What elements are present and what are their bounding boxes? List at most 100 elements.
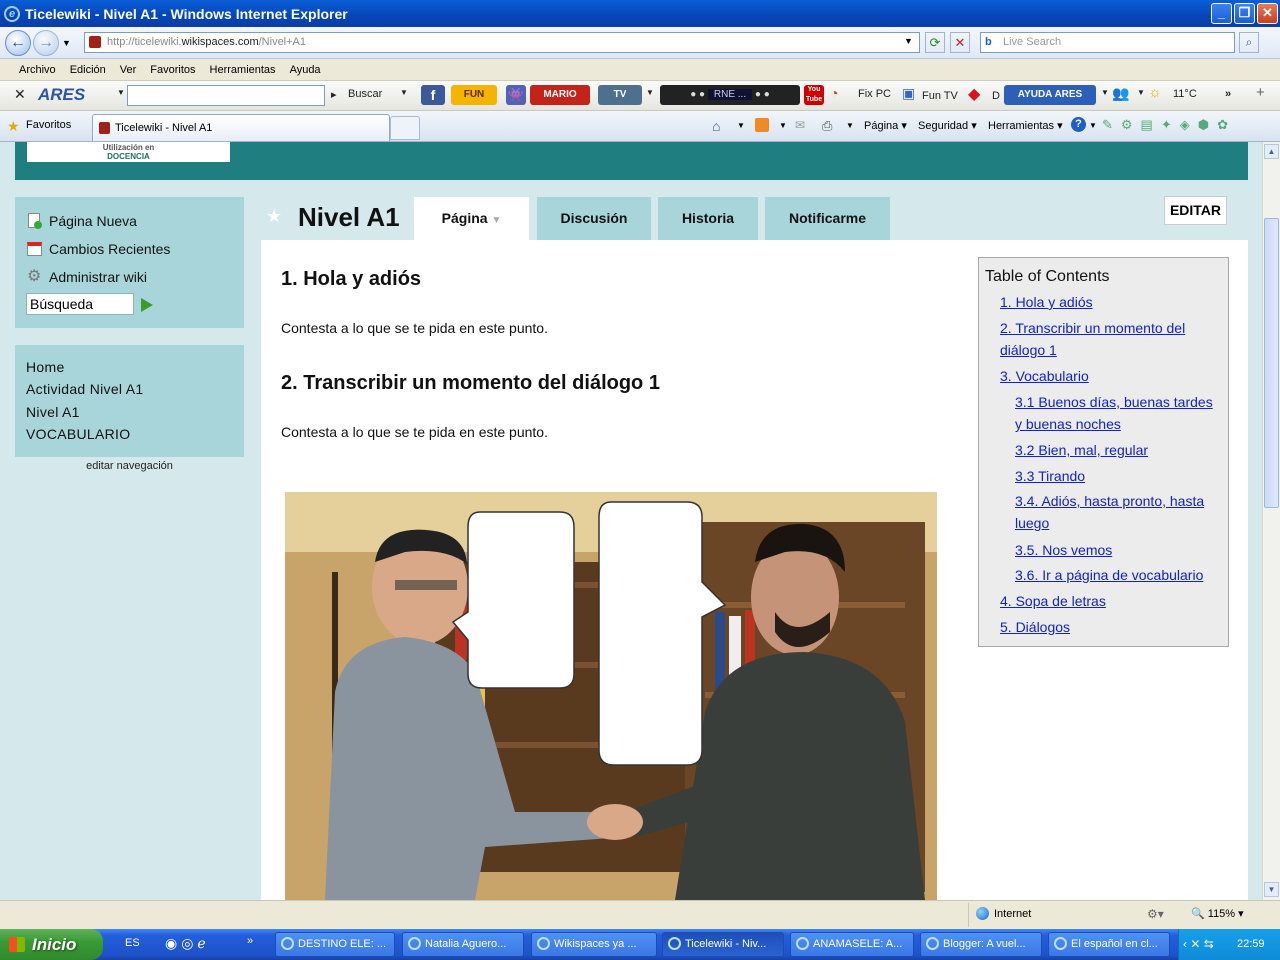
minimize-button[interactable]: _ (1211, 3, 1232, 24)
task-natalia-aguero[interactable]: Natalia Aguero... (402, 932, 524, 957)
tv-dropdown-icon[interactable]: ▼ (646, 88, 654, 97)
nav-vocabulario[interactable]: VOCABULARIO (26, 426, 130, 442)
tray-icons[interactable]: ‹ ✕ ⇆ (1183, 929, 1214, 960)
stop-icon[interactable]: ✕ (950, 32, 970, 53)
nav-home[interactable]: Home (26, 359, 65, 375)
toc-item-3-3[interactable]: 3.3 Tirando (1015, 465, 1085, 487)
scroll-up-icon[interactable]: ▲ (1264, 144, 1279, 159)
funtv-icon[interactable]: ▣ (902, 85, 915, 102)
fixpc-icon[interactable]: ◔ (830, 85, 838, 101)
protected-mode-icon[interactable]: ⚙▾ (1147, 907, 1164, 921)
maximize-button[interactable]: ❐ (1234, 3, 1255, 24)
toc-item-5[interactable]: 5. Diálogos (1000, 616, 1070, 638)
menu-edicion[interactable]: Edición (70, 64, 106, 76)
history-dropdown-icon[interactable]: ▼ (62, 38, 71, 48)
task-el-espanol[interactable]: El español en cl... (1048, 932, 1170, 957)
edit-button[interactable]: EDITAR (1164, 196, 1227, 225)
menu-favoritos[interactable]: Favoritos (150, 64, 195, 76)
wiki-search-input[interactable]: Búsqueda (26, 293, 134, 315)
tab-notificarme[interactable]: Notificarme (765, 197, 890, 240)
scroll-thumb[interactable] (1264, 218, 1279, 508)
cambios-recientes-link[interactable]: Cambios Recientes (27, 241, 170, 257)
task-ticelewiki[interactable]: Ticelewiki - Niv... (662, 932, 784, 957)
buscar-dropdown-icon[interactable]: ▼ (400, 88, 408, 97)
zoom-control[interactable]: 🔍 115% ▾ (1191, 907, 1244, 920)
toc-item-4[interactable]: 4. Sopa de letras (1000, 590, 1106, 612)
back-button[interactable]: ← (5, 30, 31, 56)
fun-button[interactable]: FUN (451, 85, 497, 105)
home-dropdown-icon[interactable]: ▼ (737, 121, 745, 130)
mail-icon[interactable]: ✉ (795, 118, 805, 132)
task-wikispaces[interactable]: Wikispaces ya ... (531, 932, 657, 957)
toolbar-close-icon[interactable]: ✕ (14, 86, 26, 103)
nueva-pagina-link[interactable]: Página Nueva (27, 213, 137, 229)
rss-icon[interactable] (755, 118, 769, 132)
facebook-icon[interactable]: f (421, 85, 445, 105)
administrar-wiki-link[interactable]: ⚙ Administrar wiki (27, 269, 147, 286)
language-indicator[interactable]: ES (125, 937, 140, 949)
task-blogger[interactable]: Blogger: A vuel... (920, 932, 1042, 957)
fixpc-button[interactable]: Fix PC (858, 88, 891, 100)
editar-navegacion-link[interactable]: editar navegación (15, 460, 244, 472)
tv-button[interactable]: TV (598, 85, 642, 105)
help-dropdown-icon[interactable]: ▼ (1089, 121, 1097, 130)
extra-toolbar-icons[interactable]: ✎⚙▤✦◈⬢✿ (1102, 117, 1236, 133)
favorites-button[interactable]: Favoritos (26, 119, 71, 131)
radio-player[interactable]: ● ● RNE ... ● ● (660, 85, 800, 105)
quicklaunch-more-icon[interactable]: » (247, 935, 253, 947)
nav-nivel-a1[interactable]: Nivel A1 (26, 404, 80, 420)
seguridad-menu[interactable]: Seguridad ▾ (918, 119, 977, 132)
print-icon[interactable]: ⎙ (822, 118, 832, 134)
search-go-icon[interactable] (141, 298, 153, 312)
favorite-star-icon[interactable]: ★ (266, 206, 282, 227)
help-icon[interactable]: ? (1071, 117, 1086, 132)
pagina-menu[interactable]: Página ▾ (864, 119, 907, 132)
nav-actividad-nivel-a1[interactable]: Actividad Nivel A1 (26, 381, 143, 397)
ayuda-dropdown-icon[interactable]: ▼ (1101, 88, 1109, 97)
scroll-down-icon[interactable]: ▼ (1264, 882, 1279, 897)
menu-archivo[interactable]: Archivo (19, 64, 56, 76)
close-button[interactable]: ✕ (1257, 3, 1278, 24)
start-button[interactable]: Inicio (0, 929, 103, 960)
refresh-icon[interactable]: ⟳ (925, 32, 945, 53)
weather-temp[interactable]: 11°C (1173, 88, 1197, 100)
task-anamasele[interactable]: ANAMASELE: A... (790, 932, 914, 957)
live-search-input[interactable]: b Live Search (980, 32, 1235, 53)
ares-search-input[interactable] (127, 85, 325, 106)
gem-icon[interactable]: ◆ (968, 84, 980, 104)
address-dropdown-icon[interactable]: ▼ (904, 36, 913, 46)
buscar-button[interactable]: Buscar (348, 88, 382, 100)
tab-discusion[interactable]: Discusión (537, 197, 651, 240)
mario-button[interactable]: MARIO (530, 85, 590, 105)
toolbar-more-icon[interactable]: » (1225, 88, 1231, 100)
search-icon[interactable]: ⌕ (1239, 32, 1259, 53)
toc-item-3-2[interactable]: 3.2 Bien, mal, regular (1015, 439, 1148, 461)
toc-item-2[interactable]: 2. Transcribir un momento del diálogo 1 (1000, 317, 1185, 361)
d-button[interactable]: D (992, 90, 1000, 102)
tab-pagina[interactable]: Página ▼ (414, 197, 529, 240)
people-dropdown-icon[interactable]: ▼ (1137, 88, 1145, 97)
ayuda-ares-button[interactable]: AYUDA ARES (1004, 85, 1096, 105)
forward-button[interactable]: → (33, 30, 59, 56)
menu-ayuda[interactable]: Ayuda (290, 64, 321, 76)
task-destino-ele[interactable]: DESTINO ELE: ... (275, 932, 395, 957)
toc-item-3-1[interactable]: 3.1 Buenos días, buenas tardes y buenas n… (1015, 391, 1213, 435)
toc-item-3-5[interactable]: 3.5. Nos vemos (1015, 539, 1112, 561)
favorites-star-icon[interactable]: ★ (7, 118, 20, 135)
menu-ver[interactable]: Ver (120, 64, 137, 76)
herramientas-menu[interactable]: Herramientas ▾ (988, 119, 1063, 132)
youtube-icon[interactable]: You Tube (804, 85, 824, 105)
site-logo[interactable]: Utilización en DOCENCIA (27, 142, 230, 162)
ares-logo[interactable]: ARES (38, 85, 85, 105)
ares-dropdown-icon[interactable]: ▼ (117, 88, 125, 97)
toolbar-add-icon[interactable]: + (1256, 84, 1265, 101)
toc-item-3-4[interactable]: 3.4. Adiós, hasta pronto, hasta luego (1015, 490, 1204, 534)
toc-item-1[interactable]: 1. Hola y adiós (1000, 291, 1093, 313)
menu-herramientas[interactable]: Herramientas (210, 64, 276, 76)
quicklaunch-icons[interactable]: ◉◎ℯ (165, 935, 210, 952)
tab-historia[interactable]: Historia (658, 197, 758, 240)
browser-tab[interactable]: Ticelewiki - Nivel A1 (92, 114, 390, 141)
new-tab-button[interactable] (390, 116, 420, 140)
page-scrollbar[interactable]: ▲ ▼ (1262, 142, 1280, 900)
security-zone[interactable]: Internet (994, 908, 1031, 920)
